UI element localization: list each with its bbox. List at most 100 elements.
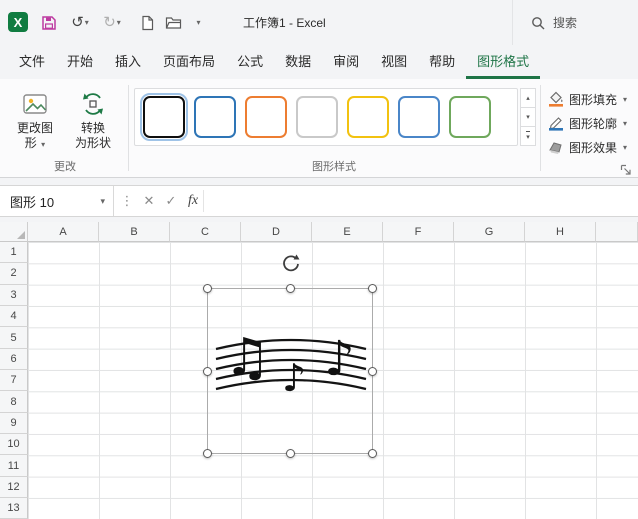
quick-access-customize-button[interactable]: ▾	[190, 12, 206, 33]
row-header-5[interactable]: 5	[0, 327, 28, 349]
gallery-scroll-up-button[interactable]: ▴	[520, 88, 536, 108]
tab-page-layout[interactable]: 页面布局	[152, 45, 226, 79]
scroll-up-icon: ▴	[526, 95, 530, 102]
resize-handle-n[interactable]	[286, 284, 295, 293]
save-button[interactable]	[38, 12, 60, 33]
insert-function-button[interactable]: fx	[182, 186, 204, 216]
tab-view[interactable]: 视图	[370, 45, 418, 79]
row-header-3[interactable]: 3	[0, 284, 28, 306]
chevron-down-icon: ▾	[623, 142, 628, 152]
row-header-11[interactable]: 11	[0, 455, 28, 477]
select-all-button[interactable]	[0, 222, 28, 242]
search-icon	[532, 16, 545, 29]
group-separator	[540, 85, 541, 171]
resize-handle-se[interactable]	[368, 449, 377, 458]
column-header-partial[interactable]	[596, 222, 638, 242]
dialog-launcher-icon	[620, 164, 631, 175]
column-header-G[interactable]: G	[454, 222, 525, 242]
shape-style-swatch-5[interactable]	[347, 96, 389, 138]
shape-effects-label: 图形效果	[569, 140, 618, 155]
chevron-down-icon: ▾	[623, 118, 628, 128]
redo-button[interactable]: ↻ ▾	[98, 12, 126, 33]
column-header-D[interactable]: D	[241, 222, 312, 242]
undo-button[interactable]: ↺ ▾	[66, 12, 94, 33]
folder-icon	[165, 17, 181, 29]
shape-outline-icon	[549, 117, 563, 131]
tab-file[interactable]: 文件	[8, 45, 56, 79]
row-header-12[interactable]: 12	[0, 476, 28, 499]
resize-handle-s[interactable]	[286, 449, 295, 458]
row-header-4[interactable]: 4	[0, 306, 28, 328]
shape-outline-button[interactable]: 图形轮廓 ▾	[546, 112, 636, 134]
chevron-down-icon: ▾	[196, 18, 201, 27]
group-separator	[128, 85, 129, 171]
row-header-10[interactable]: 10	[0, 434, 28, 456]
shape-style-swatch-3[interactable]	[245, 96, 287, 138]
row-header-9[interactable]: 9	[0, 412, 28, 435]
gallery-more-icon: ▾	[526, 131, 530, 141]
dialog-launcher-button[interactable]	[620, 163, 632, 175]
selected-shape[interactable]: ♫ ♪ ♪	[203, 254, 377, 458]
window-title: 工作簿1 - Excel	[243, 16, 326, 30]
tab-review[interactable]: 审阅	[322, 45, 370, 79]
column-header-A[interactable]: A	[28, 222, 99, 242]
resize-handle-w[interactable]	[203, 367, 212, 376]
resize-handle-ne[interactable]	[368, 284, 377, 293]
row-header-1[interactable]: 1	[0, 242, 28, 264]
rotate-handle[interactable]	[280, 253, 302, 275]
tab-insert[interactable]: 插入	[104, 45, 152, 79]
shape-style-swatch-2[interactable]	[194, 96, 236, 138]
beamed-notes-glyph: ♫	[224, 328, 271, 388]
column-header-B[interactable]: B	[99, 222, 170, 242]
tab-help[interactable]: 帮助	[418, 45, 466, 79]
new-file-button[interactable]	[136, 12, 158, 33]
row-header-6[interactable]: 6	[0, 348, 28, 371]
tab-data[interactable]: 数据	[274, 45, 322, 79]
shape-style-swatch-7[interactable]	[449, 96, 491, 138]
name-box[interactable]: 图形 10 ▾	[0, 186, 114, 216]
resize-handle-e[interactable]	[368, 367, 377, 376]
name-box-chevron-icon: ▾	[100, 195, 105, 206]
rotate-icon	[283, 254, 300, 272]
convert-to-shape-button[interactable]: 转换 为形状	[64, 85, 122, 169]
column-header-F[interactable]: F	[383, 222, 454, 242]
excel-logo-icon[interactable]: X	[8, 12, 28, 32]
shape-style-swatch-1[interactable]	[140, 93, 188, 141]
undo-menu-chevron-icon: ▾	[84, 18, 89, 27]
shape-fill-button[interactable]: 图形填充 ▾	[546, 88, 636, 110]
gallery-more-button[interactable]: ▾	[520, 126, 536, 146]
row-header-2[interactable]: 2	[0, 263, 28, 285]
row-header-13[interactable]: 13	[0, 498, 28, 519]
new-document-icon	[141, 15, 153, 30]
shape-effects-button[interactable]: 图形效果 ▾	[546, 136, 636, 158]
name-box-value: 图形 10	[10, 194, 55, 210]
open-file-button[interactable]	[162, 12, 184, 33]
column-header-E[interactable]: E	[312, 222, 383, 242]
cancel-button[interactable]: ✕	[138, 186, 160, 216]
formula-bar-drag-handle[interactable]: ⋮	[116, 186, 138, 216]
change-shape-icon	[23, 94, 47, 114]
chevron-down-icon: ▾	[41, 140, 46, 149]
tab-graphics-format[interactable]: 图形格式	[466, 45, 541, 79]
enter-button[interactable]: ✓	[160, 186, 182, 216]
shape-fill-icon	[549, 91, 563, 107]
shape-outline-label: 图形轮廓	[569, 116, 618, 131]
column-header-H[interactable]: H	[525, 222, 596, 242]
shape-style-swatch-6[interactable]	[398, 96, 440, 138]
eighth-note-glyph: ♪	[282, 356, 306, 400]
resize-handle-nw[interactable]	[203, 284, 212, 293]
shape-effects-icon	[549, 142, 562, 154]
column-header-C[interactable]: C	[170, 222, 241, 242]
search-box[interactable]: 搜索	[512, 0, 638, 45]
gallery-scroll: ▴ ▾ ▾	[520, 88, 536, 146]
change-shape-button[interactable]: 更改图 形 ▾	[8, 85, 62, 169]
resize-handle-sw[interactable]	[203, 449, 212, 458]
shape-style-swatch-4[interactable]	[296, 96, 338, 138]
tab-home[interactable]: 开始	[56, 45, 104, 79]
tab-formulas[interactable]: 公式	[226, 45, 274, 79]
gallery-scroll-down-button[interactable]: ▾	[520, 107, 536, 127]
save-floppy-icon	[42, 15, 56, 30]
row-header-8[interactable]: 8	[0, 391, 28, 413]
formula-input[interactable]	[208, 186, 638, 216]
row-header-7[interactable]: 7	[0, 370, 28, 392]
